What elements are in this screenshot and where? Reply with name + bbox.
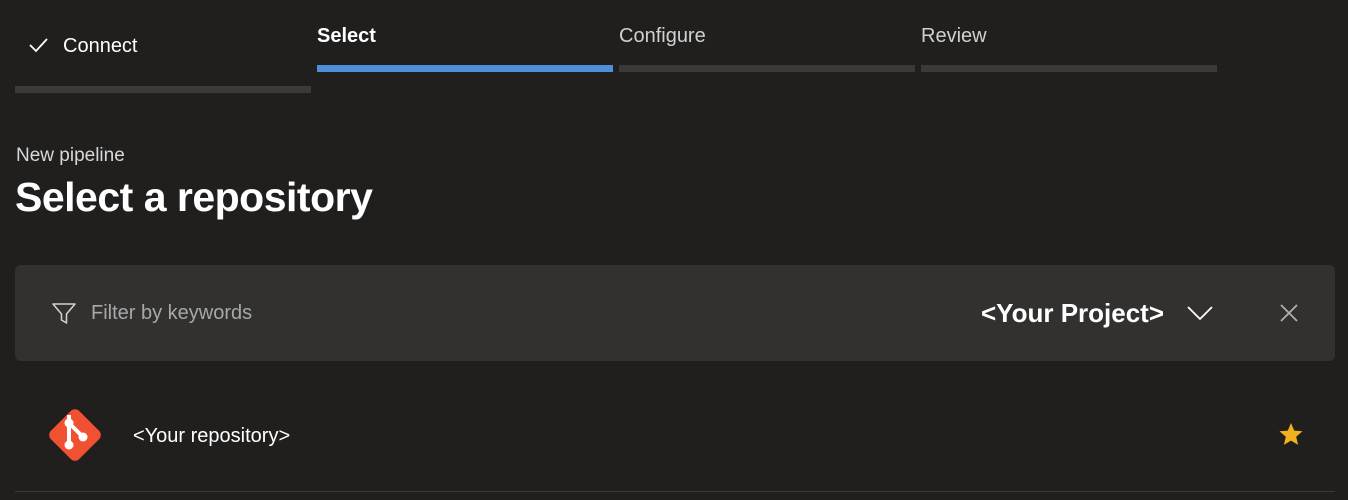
step-label: Select <box>317 25 376 47</box>
repository-row[interactable]: <Your repository> <box>15 392 1335 492</box>
step-select[interactable]: Select <box>317 0 613 100</box>
page-title: Select a repository <box>15 174 373 220</box>
step-configure[interactable]: Configure <box>619 0 915 100</box>
project-dropdown[interactable]: <Your Project> <box>981 295 1214 331</box>
step-label: Review <box>921 25 987 47</box>
project-dropdown-label: <Your Project> <box>981 297 1165 328</box>
step-progress-bar <box>317 65 613 72</box>
git-icon <box>49 409 101 461</box>
step-label: Connect <box>63 35 138 57</box>
close-icon[interactable] <box>1277 301 1301 325</box>
row-divider <box>15 491 1335 492</box>
step-connect[interactable]: Connect <box>15 0 311 100</box>
repository-name: <Your repository> <box>133 425 291 447</box>
step-review[interactable]: Review <box>921 0 1217 100</box>
filter-keywords-input[interactable] <box>91 295 691 331</box>
step-progress-bar <box>15 86 311 93</box>
filter-bar: <Your Project> <box>15 265 1335 361</box>
step-label: Configure <box>619 25 706 47</box>
wizard-stepper: Connect Select Configure Review <box>0 0 1348 100</box>
chevron-down-icon <box>1187 306 1213 321</box>
star-icon[interactable] <box>1278 421 1304 447</box>
step-progress-bar <box>921 65 1217 72</box>
step-progress-bar <box>619 65 915 72</box>
checkmark-icon <box>29 38 48 53</box>
filter-icon <box>52 303 76 324</box>
page-subtitle: New pipeline <box>16 145 125 166</box>
